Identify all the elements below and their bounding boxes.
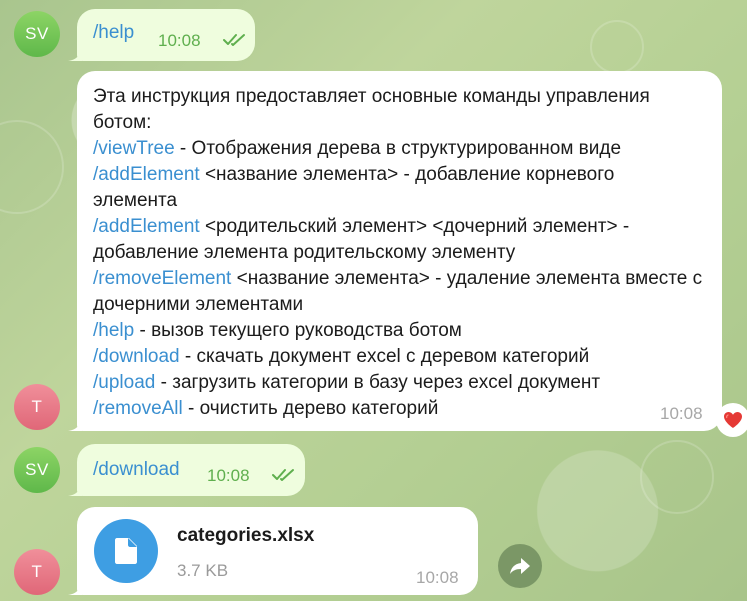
command-link-help[interactable]: /help bbox=[93, 320, 134, 341]
message-time: 10:08 bbox=[207, 466, 250, 485]
bubble-tail bbox=[68, 415, 82, 431]
reaction-badge[interactable] bbox=[716, 403, 747, 437]
file-download-button[interactable] bbox=[94, 519, 158, 583]
command-link-viewtree[interactable]: /viewTree bbox=[93, 138, 175, 159]
message-bubble-instructions[interactable]: Эта инструкция предоставляет основные ко… bbox=[68, 71, 722, 431]
command-line: /download - скачать документ excel с дер… bbox=[93, 344, 703, 370]
file-size: 3.7 KB bbox=[177, 561, 229, 580]
bubble-tail bbox=[68, 45, 82, 61]
forward-button[interactable] bbox=[498, 544, 542, 588]
background-doodle bbox=[590, 20, 644, 74]
command-description: - скачать документ excel с деревом катег… bbox=[179, 346, 590, 367]
message-time: 10:08 bbox=[660, 404, 703, 423]
avatar[interactable]: SV bbox=[14, 11, 60, 57]
double-check-icon bbox=[223, 34, 245, 46]
command-line: /upload - загрузить категории в базу чер… bbox=[93, 370, 703, 396]
double-check-icon bbox=[272, 469, 294, 481]
command-line: /help - вызов текущего руководства ботом bbox=[93, 318, 703, 344]
command-link-removeelement[interactable]: /removeElement bbox=[93, 268, 231, 289]
instructions-text: Эта инструкция предоставляет основные ко… bbox=[93, 84, 703, 422]
message-bubble-download[interactable]: /download 10:08 bbox=[68, 444, 305, 496]
command-description: - очистить дерево категорий bbox=[182, 398, 439, 419]
background-doodle bbox=[0, 120, 64, 214]
avatar[interactable]: T bbox=[14, 549, 60, 595]
avatar-initials: T bbox=[31, 397, 43, 416]
message-bubble-file[interactable]: categories.xlsx 3.7 KB 10:08 bbox=[68, 507, 478, 595]
bubble-tail bbox=[68, 480, 82, 496]
command-line: /addElement <родительский элемент> <доче… bbox=[93, 214, 703, 266]
command-link-removeall[interactable]: /removeAll bbox=[93, 398, 183, 419]
background-doodle bbox=[640, 440, 714, 514]
command-link-addelement[interactable]: /addElement bbox=[93, 164, 200, 185]
command-link-upload[interactable]: /upload bbox=[93, 372, 155, 393]
command-line: /viewTree - Отображения дерева в структу… bbox=[93, 136, 703, 162]
command-description: - загрузить категории в базу через excel… bbox=[155, 372, 601, 393]
command-line: /addElement <название элемента> - добавл… bbox=[93, 162, 703, 214]
heart-icon bbox=[724, 412, 742, 428]
instructions-intro: Эта инструкция предоставляет основные ко… bbox=[93, 86, 650, 133]
avatar[interactable]: SV bbox=[14, 447, 60, 493]
command-link-download[interactable]: /download bbox=[93, 459, 180, 481]
command-description: - Отображения дерева в структурированном… bbox=[174, 138, 622, 159]
avatar-initials: SV bbox=[25, 24, 49, 43]
avatar-initials: SV bbox=[25, 460, 49, 479]
bubble-tail bbox=[68, 579, 82, 595]
command-description: - вызов текущего руководства ботом bbox=[134, 320, 462, 341]
command-line: /removeElement <название элемента> - уда… bbox=[93, 266, 703, 318]
message-time: 10:08 bbox=[416, 568, 459, 587]
command-link-addelement[interactable]: /addElement bbox=[93, 216, 200, 237]
command-line: /removeAll - очистить дерево категорий bbox=[93, 396, 703, 422]
message-bubble-help[interactable]: /help 10:08 bbox=[68, 9, 255, 61]
command-link-download[interactable]: /download bbox=[93, 346, 180, 367]
command-link-help[interactable]: /help bbox=[93, 22, 134, 44]
avatar[interactable]: T bbox=[14, 384, 60, 430]
file-name[interactable]: categories.xlsx bbox=[177, 525, 314, 547]
avatar-initials: T bbox=[31, 562, 43, 581]
message-time: 10:08 bbox=[158, 31, 201, 50]
document-icon bbox=[115, 538, 137, 564]
forward-icon bbox=[510, 558, 530, 574]
